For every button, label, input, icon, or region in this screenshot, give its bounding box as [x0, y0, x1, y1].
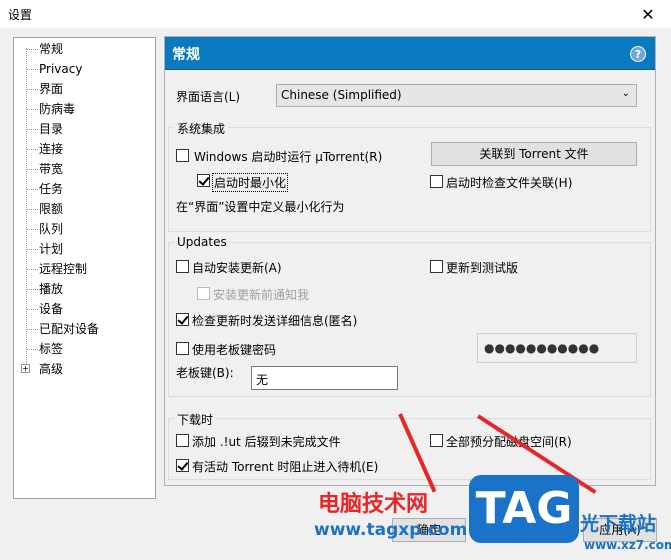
system-integration-title: 系统集成: [174, 120, 229, 137]
add-ut-extension-checkbox[interactable]: [176, 434, 189, 447]
beta-update-label: 更新到测试版: [446, 261, 519, 275]
send-info-label: 检查更新时发送详细信息(匿名): [192, 314, 358, 328]
prevent-standby-checkbox[interactable]: [176, 459, 189, 472]
start-on-boot-checkbox[interactable]: [176, 149, 189, 162]
help-icon[interactable]: ?: [630, 46, 646, 62]
start-minimized-checkbox[interactable]: [197, 174, 210, 187]
expand-icon[interactable]: +: [21, 364, 30, 373]
add-ut-extension-label: 添加 .!ut 后辍到未完成文件: [192, 435, 341, 449]
auto-install-checkbox[interactable]: [176, 260, 189, 273]
boss-key-input[interactable]: 无: [251, 366, 398, 390]
minimize-note: 在“界面”设置中定义最小化行为: [176, 200, 345, 214]
beta-update-checkbox[interactable]: [430, 260, 443, 273]
check-association-checkbox[interactable]: [430, 175, 443, 188]
chevron-down-icon: ⌄: [621, 88, 630, 99]
watermark-site-url: www.tagxp.com: [314, 520, 468, 540]
notify-before-install-label: 安装更新前通知我: [213, 288, 310, 302]
language-label: 界面语言(L): [176, 90, 241, 104]
panel-header: 常规 ?: [165, 37, 655, 70]
boss-key-password-field: ●●●●●●●●●●●: [477, 333, 637, 363]
boss-key-password-label: 使用老板键密码: [192, 343, 277, 357]
start-minimized-label: 启动时最小化: [212, 173, 289, 192]
send-info-checkbox[interactable]: [176, 313, 189, 326]
window-title: 设置: [8, 8, 33, 22]
check-association-label: 启动时检查文件关联(H): [446, 176, 573, 190]
watermark-site-cn: 电脑技术网: [318, 492, 429, 517]
updates-title: Updates: [174, 235, 230, 249]
language-dropdown[interactable]: Chinese (Simplified) ⌄: [276, 84, 637, 107]
notify-before-install-checkbox: [197, 287, 210, 300]
settings-tree: 常规 Privacy 界面 防病毒 目录 连接 带宽 任务 限额 队列 计划 远…: [13, 37, 156, 499]
download-title: 下载时: [174, 411, 217, 428]
prevent-standby-label: 有活动 Torrent 时阻止进入待机(E): [192, 460, 379, 474]
language-value: Chinese (Simplified): [281, 88, 402, 102]
associate-torrent-button[interactable]: 关联到 Torrent 文件: [431, 142, 637, 166]
close-icon[interactable]: ✕: [625, 0, 671, 28]
start-on-boot-label: Windows 启动时运行 µTorrent(R): [194, 150, 383, 164]
panel-title: 常规: [172, 47, 200, 63]
password-mask: ●●●●●●●●●●●: [484, 341, 600, 355]
watermark-tag-logo: TAG: [469, 475, 579, 543]
watermark-right-url: www.xz7.com: [584, 538, 671, 552]
boss-key-password-checkbox[interactable]: [176, 342, 189, 355]
boss-key-label: 老板键(B):: [176, 366, 234, 380]
title-bar: 设置 ✕: [0, 0, 671, 28]
tree-guide-line: [26, 48, 27, 368]
preallocate-checkbox[interactable]: [430, 434, 443, 447]
watermark-right-cn: 光下载站: [580, 513, 657, 535]
auto-install-label: 自动安装更新(A): [192, 261, 282, 275]
